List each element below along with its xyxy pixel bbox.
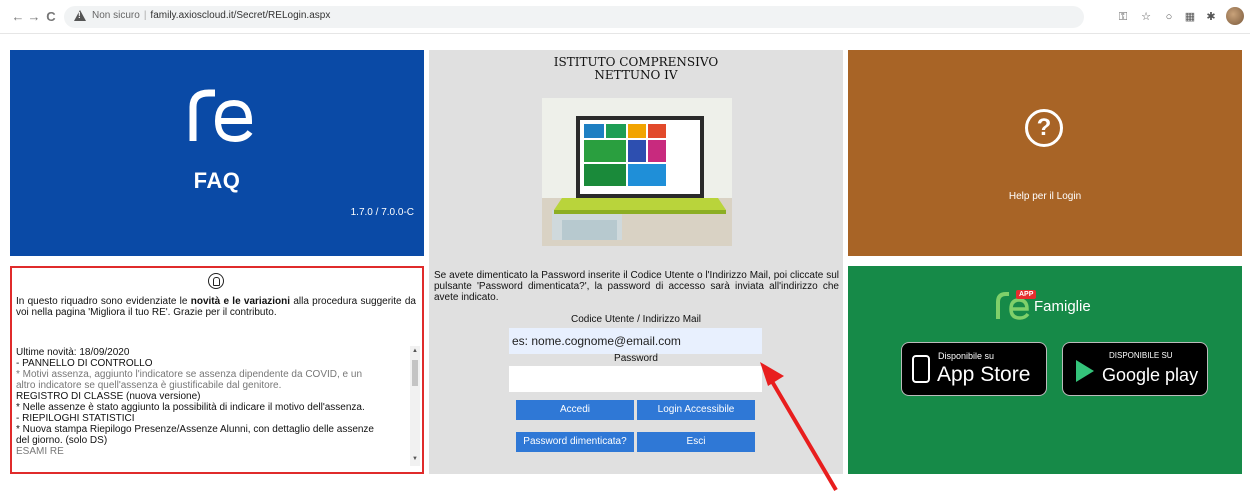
- phone-icon: [912, 355, 930, 383]
- help-panel[interactable]: ? Help per il Login: [848, 50, 1242, 256]
- reload-icon[interactable]: C: [43, 9, 59, 25]
- list-item: * Nelle assenze è stato aggiunto la poss…: [16, 402, 365, 413]
- profile-avatar[interactable]: [1226, 7, 1244, 25]
- security-label: Non sicuro: [92, 10, 140, 21]
- school-name: ISTITUTO COMPRENSIVO NETTUNO IV: [429, 56, 843, 82]
- browser-toolbar: ← → C Non sicuro|family.axioscloud.it/Se…: [0, 0, 1250, 34]
- google-play-small-text: DISPONIBILE SU: [1109, 351, 1173, 360]
- list-item: Ultime novità: 18/09/2020: [16, 347, 130, 358]
- news-intro: In questo riquadro sono evidenziate le n…: [16, 296, 416, 318]
- grid-extension-icon[interactable]: ▦: [1183, 10, 1197, 24]
- list-item: - RIEPILOGHI STATISTICI: [16, 413, 135, 424]
- school-name-line2: NETTUNO IV: [594, 68, 678, 82]
- app-store-button[interactable]: Disponibile su App Store: [901, 342, 1047, 396]
- list-item: REGISTRO DI CLASSE (nuova versione): [16, 391, 201, 402]
- warning-icon[interactable]: [74, 10, 86, 21]
- accedi-button[interactable]: Accedi: [516, 400, 634, 420]
- annotation-arrow: [760, 362, 838, 492]
- news-intro-bold: novità e le variazioni: [190, 296, 291, 307]
- password-dimenticata-button[interactable]: Password dimenticata?: [516, 432, 634, 452]
- help-text: Help per il Login: [1008, 191, 1082, 202]
- login-accessibile-button[interactable]: Login Accessibile: [637, 400, 755, 420]
- news-scrollbar[interactable]: ▲ ▼: [410, 346, 420, 466]
- scroll-up-icon[interactable]: ▲: [412, 348, 418, 354]
- star-icon[interactable]: ☆: [1139, 10, 1153, 24]
- scroll-down-icon[interactable]: ▼: [412, 456, 418, 462]
- version-label: 1.7.0 / 7.0.0-C: [350, 207, 414, 218]
- news-panel: In questo riquadro sono evidenziate le n…: [10, 266, 424, 474]
- question-circle-icon: ?: [1025, 109, 1063, 147]
- puzzle-icon[interactable]: ✱: [1204, 10, 1218, 24]
- google-play-button[interactable]: DISPONIBILE SU Google play: [1062, 342, 1208, 396]
- list-item: del giorno. (solo DS): [16, 435, 108, 446]
- lightbulb-icon: [208, 273, 224, 289]
- news-list[interactable]: Ultime novità: 18/09/2020 - PANNELLO DI …: [16, 347, 406, 467]
- app-store-big-text: App Store: [937, 363, 1031, 386]
- esci-button[interactable]: Esci: [637, 432, 755, 452]
- apps-panel: APP Famiglie Disponibile su App Store DI…: [848, 266, 1242, 474]
- scroll-thumb[interactable]: [412, 360, 418, 386]
- password-recovery-info: Se avete dimenticato la Password inserit…: [434, 270, 839, 303]
- password-input[interactable]: [509, 366, 762, 392]
- key-icon[interactable]: ⚿: [1116, 10, 1130, 24]
- list-item: * Nuova stampa Riepilogo Presenze/Assenz…: [16, 424, 374, 435]
- faq-panel[interactable]: FAQ 1.7.0 / 7.0.0-C: [10, 50, 424, 256]
- faq-title: FAQ: [193, 168, 241, 193]
- url-text: family.axioscloud.it/Secret/RELogin.aspx: [150, 10, 331, 21]
- user-code-input[interactable]: [509, 328, 762, 354]
- address-bar[interactable]: Non sicuro|family.axioscloud.it/Secret/R…: [64, 6, 1084, 28]
- address-text: Non sicuro | family.axioscloud.it/Secret/R…: [92, 10, 330, 21]
- list-item: - PANNELLO DI CONTROLLO: [16, 358, 153, 369]
- laptop-image: [542, 98, 732, 246]
- apps-title: Famiglie: [1034, 298, 1091, 315]
- app-store-small-text: Disponibile su: [938, 351, 995, 361]
- address-separator: |: [143, 10, 147, 21]
- list-item: altro indicatore se quell'assenza è gius…: [16, 380, 282, 391]
- extension-circle-icon[interactable]: ○: [1162, 10, 1176, 24]
- play-icon: [1076, 360, 1094, 382]
- list-item: * Motivi assenza, aggiunto l'indicatore …: [16, 369, 363, 380]
- forward-icon[interactable]: →: [26, 9, 42, 25]
- re-logo-icon: [189, 89, 253, 143]
- user-code-label: Codice Utente / Indirizzo Mail: [570, 314, 702, 325]
- news-intro-text-1: In questo riquadro sono evidenziate le: [16, 296, 191, 307]
- google-play-big-text: Google play: [1102, 365, 1199, 385]
- back-icon[interactable]: ←: [10, 9, 26, 25]
- list-item: ESAMI RE: [16, 446, 64, 457]
